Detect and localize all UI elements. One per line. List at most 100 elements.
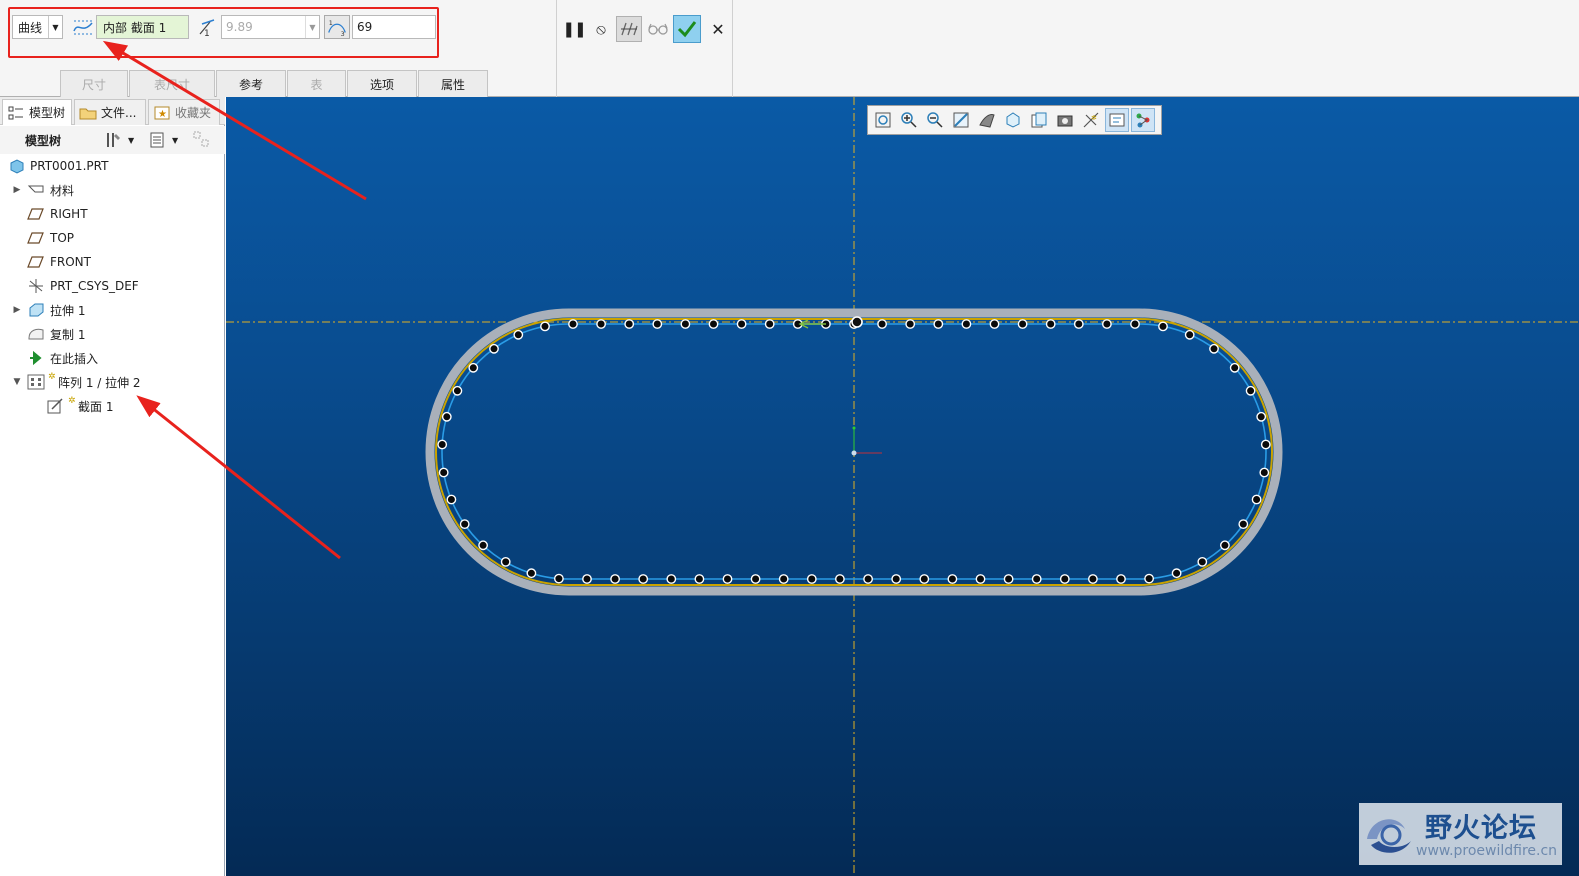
pattern-member-point[interactable] [1245, 385, 1256, 396]
member-count-input[interactable]: 69 [352, 15, 436, 39]
pattern-member-point[interactable] [624, 319, 635, 329]
pattern-member-point[interactable] [553, 573, 564, 584]
pattern-member-point[interactable] [500, 556, 511, 567]
pattern-member-point[interactable] [778, 574, 789, 584]
ok-button[interactable] [673, 15, 701, 43]
pattern-member-point[interactable] [764, 319, 775, 329]
pattern-member-point[interactable] [1171, 568, 1182, 579]
pattern-member-point[interactable] [989, 319, 1000, 329]
member-count-icon[interactable]: 1 3 [324, 15, 350, 39]
model-scene[interactable] [226, 97, 1579, 876]
tab-references[interactable]: 参考 [216, 70, 286, 97]
expand-arrow-icon[interactable]: ▶ [12, 305, 22, 315]
pattern-member-point[interactable] [708, 319, 719, 329]
datum-display-button[interactable]: ✲ [1079, 108, 1103, 132]
pattern-member-point[interactable] [1259, 467, 1270, 478]
pattern-member-point[interactable] [446, 494, 457, 505]
tree-node-top-plane[interactable]: TOP [0, 227, 220, 249]
cancel-button[interactable]: ✕ [705, 16, 731, 42]
pattern-member-point[interactable] [722, 574, 733, 584]
pattern-member-point[interactable] [1238, 519, 1249, 529]
pattern-member-point[interactable] [1003, 574, 1014, 584]
display-style-button[interactable] [975, 108, 999, 132]
tree-node-extrude-1[interactable]: ▶ 拉伸 1 [0, 299, 220, 321]
pattern-member-point[interactable] [891, 574, 902, 584]
tree-node-pattern-1[interactable]: ▼ ✲ 阵列 1 / 拉伸 2 [0, 371, 220, 393]
tab-favorites[interactable]: ★ 收藏夹 [148, 99, 220, 125]
pattern-member-point[interactable] [736, 319, 747, 329]
pattern-member-point[interactable] [680, 319, 691, 329]
pattern-member-point[interactable] [582, 574, 592, 584]
tab-table[interactable]: 表 [287, 70, 346, 97]
tree-node-right-plane[interactable]: RIGHT [0, 203, 220, 225]
pattern-member-point[interactable] [489, 343, 499, 354]
tab-dimensions[interactable]: 尺寸 [60, 70, 128, 97]
tree-node-front-plane[interactable]: FRONT [0, 251, 220, 273]
tree-node-root[interactable]: PRT0001.PRT [0, 155, 220, 177]
pattern-member-point[interactable] [1130, 319, 1140, 329]
tree-settings-button[interactable]: ▼ [104, 130, 134, 150]
pattern-member-point[interactable] [1256, 411, 1267, 422]
tab-properties[interactable]: 属性 [418, 70, 488, 97]
curve-reference-field[interactable]: 内部 截面 1 [96, 15, 189, 39]
pattern-member-point[interactable] [540, 321, 550, 332]
pattern-member-point[interactable] [1045, 319, 1056, 329]
pattern-member-point[interactable] [1017, 319, 1028, 329]
pattern-member-point[interactable] [1144, 573, 1154, 584]
view-manager-button[interactable] [1027, 108, 1051, 132]
tree-node-copy-1[interactable]: 复制 1 [0, 323, 220, 345]
pattern-member-point[interactable] [1102, 319, 1112, 329]
pattern-member-point[interactable] [596, 319, 606, 329]
pause-button[interactable]: ❚❚ [561, 16, 587, 42]
pattern-member-point[interactable] [452, 385, 463, 396]
pattern-member-point[interactable] [1031, 574, 1042, 584]
feature-preview-button[interactable] [616, 16, 642, 42]
zoom-in-button[interactable] [897, 108, 921, 132]
perspective-button[interactable] [1053, 108, 1077, 132]
no-preview-button[interactable]: ⦸ [588, 16, 614, 42]
saved-orientations-button[interactable] [1001, 108, 1025, 132]
pattern-member-point[interactable] [666, 574, 677, 584]
tab-file-browser[interactable]: 文件... [74, 99, 146, 125]
pattern-member-point[interactable] [478, 540, 489, 551]
pattern-member-point[interactable] [437, 439, 448, 450]
pattern-member-point[interactable] [1059, 574, 1070, 584]
pattern-member-point[interactable] [1116, 574, 1126, 584]
pattern-member-point[interactable] [1260, 439, 1271, 450]
pattern-member-point[interactable] [1209, 343, 1219, 354]
tree-node-material[interactable]: ▶ 材料 [0, 179, 220, 201]
tree-node-insert-here[interactable]: 在此插入 [0, 347, 220, 369]
spacing-input[interactable]: 9.89 ▼ [221, 15, 320, 39]
pattern-member-point[interactable] [947, 574, 958, 584]
tab-model-tree[interactable]: 模型树 [2, 99, 72, 125]
pattern-member-point[interactable] [961, 319, 972, 329]
pattern-member-point[interactable] [1088, 574, 1098, 584]
pattern-member-point[interactable] [933, 319, 944, 329]
chevron-down-icon[interactable]: ▼ [48, 16, 62, 38]
pattern-member-point[interactable] [877, 319, 887, 329]
pattern-member-point[interactable] [468, 362, 479, 373]
tree-show-button[interactable]: ▼ [148, 130, 178, 150]
pattern-member-point[interactable] [1220, 540, 1230, 551]
pattern-member-point[interactable] [750, 574, 761, 584]
pattern-member-point[interactable] [513, 329, 524, 340]
pattern-member-point[interactable] [1073, 319, 1084, 329]
pattern-member-point[interactable] [638, 574, 649, 584]
tab-options[interactable]: 选项 [347, 70, 417, 97]
pattern-member-point[interactable] [438, 467, 449, 478]
pattern-member-point[interactable] [568, 319, 578, 329]
pattern-member-point[interactable] [1197, 556, 1208, 567]
graphics-viewport[interactable]: ✲ 野火论坛 www.proewildfire.cn [226, 97, 1579, 876]
pattern-member-point[interactable] [1251, 494, 1262, 505]
pattern-member-point[interactable] [975, 574, 986, 584]
expand-arrow-icon[interactable]: ▶ [12, 185, 22, 195]
zoom-out-button[interactable] [923, 108, 947, 132]
collapse-arrow-icon[interactable]: ▼ [12, 377, 22, 387]
spin-center-button[interactable] [1131, 108, 1155, 132]
pattern-member-point[interactable] [1158, 321, 1168, 332]
pattern-member-point[interactable] [1229, 362, 1240, 373]
verify-glasses-button[interactable] [645, 16, 671, 42]
pattern-member-point[interactable] [441, 411, 452, 422]
pattern-member-point[interactable] [1184, 329, 1195, 340]
pattern-member-point[interactable] [652, 319, 663, 329]
